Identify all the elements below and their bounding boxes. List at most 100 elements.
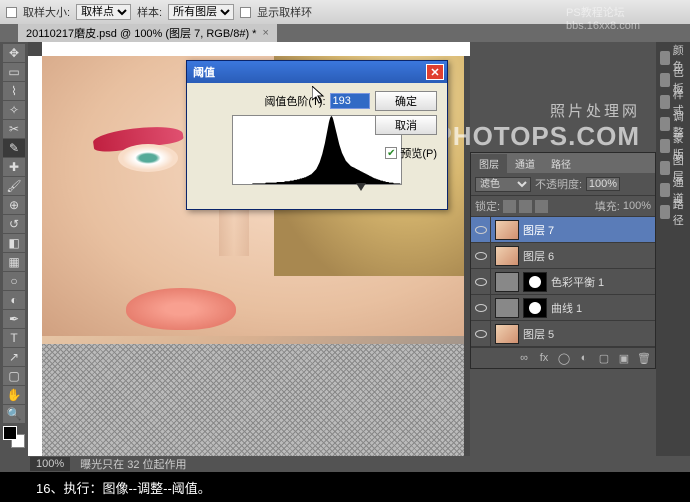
dialog-titlebar[interactable]: 阈值 ✕ [187, 61, 447, 83]
tolerance-label: 取样大小: [23, 4, 70, 20]
layer-thumb [495, 298, 519, 318]
dock-icon [660, 73, 670, 87]
toolbox: ✥ ▭ ⌇ ✧ ✂ ✎ ✚ 🖌 ⊕ ↺ ◧ ▦ ○ ◐ ✒ T ↗ ▢ ✋ 🔍 [0, 42, 28, 456]
shape-tool[interactable]: ▢ [3, 367, 25, 385]
panel-dock: 颜色色板样式调整蒙版图层通道路径 [656, 42, 690, 456]
mask-icon[interactable]: ◯ [557, 351, 571, 365]
close-icon[interactable]: ✕ [426, 64, 444, 80]
document-tab[interactable]: 20110217磨皮.psd @ 100% (图层 7, RGB/8#) * × [18, 24, 277, 42]
opacity-value[interactable]: 100% [586, 177, 620, 191]
layer-row[interactable]: 色彩平衡 1 [471, 269, 655, 295]
dock-icon [660, 95, 670, 109]
path-tool[interactable]: ↗ [3, 348, 25, 366]
preview-checkbox[interactable]: ✔ [385, 147, 397, 159]
document-tab-title: 20110217磨皮.psd @ 100% (图层 7, RGB/8#) * [26, 25, 256, 41]
layer-mask-thumb [523, 272, 547, 292]
hand-tool[interactable]: ✋ [3, 386, 25, 404]
eye-icon [475, 252, 487, 260]
status-info: 曝光只在 32 位起作用 [80, 456, 186, 472]
heal-tool[interactable]: ✚ [3, 158, 25, 176]
sample-check[interactable] [6, 7, 17, 18]
tab-layers[interactable]: 图层 [471, 154, 507, 173]
color-swatch[interactable] [3, 426, 25, 448]
dock-icon [660, 183, 670, 197]
wand-tool[interactable]: ✧ [3, 101, 25, 119]
layer-list: 图层 7 图层 6 色彩平衡 1 曲线 1 图层 5 [471, 217, 655, 347]
blur-tool[interactable]: ○ [3, 272, 25, 290]
layer-name: 图层 6 [523, 248, 554, 264]
eraser-tool[interactable]: ◧ [3, 234, 25, 252]
layer-row[interactable]: 图层 6 [471, 243, 655, 269]
fill-value[interactable]: 100% [623, 200, 651, 212]
history-brush-tool[interactable]: ↺ [3, 215, 25, 233]
layer-row[interactable]: 图层 7 [471, 217, 655, 243]
layer-row[interactable]: 图层 5 [471, 321, 655, 347]
ruler-horizontal [42, 42, 470, 56]
crop-tool[interactable]: ✂ [3, 120, 25, 138]
ring-check[interactable] [240, 7, 251, 18]
layer-panel-footer: ∞ fx ◯ ◐ ▢ ▣ 🗑 [471, 347, 655, 368]
threshold-label: 阈值色阶(T): [264, 93, 325, 109]
marquee-tool[interactable]: ▭ [3, 63, 25, 81]
visibility-toggle[interactable] [471, 321, 491, 346]
stamp-tool[interactable]: ⊕ [3, 196, 25, 214]
threshold-input[interactable] [330, 93, 370, 109]
ruler-vertical [28, 56, 42, 456]
lock-pixels-icon[interactable] [503, 200, 516, 213]
new-layer-icon[interactable]: ▣ [617, 351, 631, 365]
preview-label: 预览(P) [400, 145, 437, 161]
trash-icon[interactable]: 🗑 [637, 351, 651, 365]
layer-name: 色彩平衡 1 [551, 274, 604, 290]
folder-icon[interactable]: ▢ [597, 351, 611, 365]
close-icon[interactable]: × [262, 27, 268, 39]
cancel-button[interactable]: 取消 [375, 115, 437, 135]
dialog-title: 阈值 [193, 64, 215, 80]
slider-thumb-icon[interactable] [356, 183, 366, 191]
dock-item[interactable]: 路径 [658, 202, 688, 222]
ok-button[interactable]: 确定 [375, 91, 437, 111]
visibility-toggle[interactable] [471, 217, 491, 242]
eye-icon [475, 226, 487, 234]
dock-icon [660, 51, 670, 65]
dock-label: 路径 [673, 196, 688, 228]
link-icon[interactable]: ∞ [517, 351, 531, 365]
threshold-slider[interactable] [232, 185, 402, 195]
gradient-tool[interactable]: ▦ [3, 253, 25, 271]
visibility-toggle[interactable] [471, 243, 491, 268]
sample-label: 样本: [137, 4, 162, 20]
dock-icon [660, 139, 670, 153]
dock-icon [660, 117, 670, 131]
blend-mode-select[interactable]: 滤色 [475, 177, 531, 192]
tolerance-select[interactable]: 取样点 [76, 4, 131, 20]
layer-thumb [495, 246, 519, 266]
sample-select[interactable]: 所有图层 [168, 4, 234, 20]
zoom-tool[interactable]: 🔍 [3, 405, 25, 423]
lock-position-icon[interactable] [519, 200, 532, 213]
layer-row[interactable]: 曲线 1 [471, 295, 655, 321]
fill-label: 填充: [595, 198, 620, 214]
threshold-dialog: 阈值 ✕ 阈值色阶(T): 确定 取消 ✔ 预览(P) [186, 60, 448, 210]
adjustment-icon[interactable]: ◐ [577, 351, 591, 365]
eye-icon [475, 330, 487, 338]
visibility-toggle[interactable] [471, 295, 491, 320]
visibility-toggle[interactable] [471, 269, 491, 294]
brush-tool[interactable]: 🖌 [3, 177, 25, 195]
layer-thumb [495, 272, 519, 292]
layer-name: 图层 5 [523, 326, 554, 342]
tutorial-caption: 16、执行：图像--调整--阈值。 [0, 472, 690, 502]
lock-all-icon[interactable] [535, 200, 548, 213]
pen-tool[interactable]: ✒ [3, 310, 25, 328]
lasso-tool[interactable]: ⌇ [3, 82, 25, 100]
layer-thumb [495, 324, 519, 344]
tab-paths[interactable]: 路径 [543, 154, 579, 173]
dodge-tool[interactable]: ◐ [3, 291, 25, 309]
type-tool[interactable]: T [3, 329, 25, 347]
tab-channels[interactable]: 通道 [507, 154, 543, 173]
eyedropper-tool[interactable]: ✎ [3, 139, 25, 157]
eye-icon [475, 304, 487, 312]
fx-icon[interactable]: fx [537, 351, 551, 365]
panel-tabs: 图层 通道 路径 [471, 153, 655, 173]
watermark-top: PS教程论坛 bbs.16xx8.com [566, 4, 640, 32]
zoom-value[interactable]: 100% [30, 457, 70, 471]
move-tool[interactable]: ✥ [3, 44, 25, 62]
